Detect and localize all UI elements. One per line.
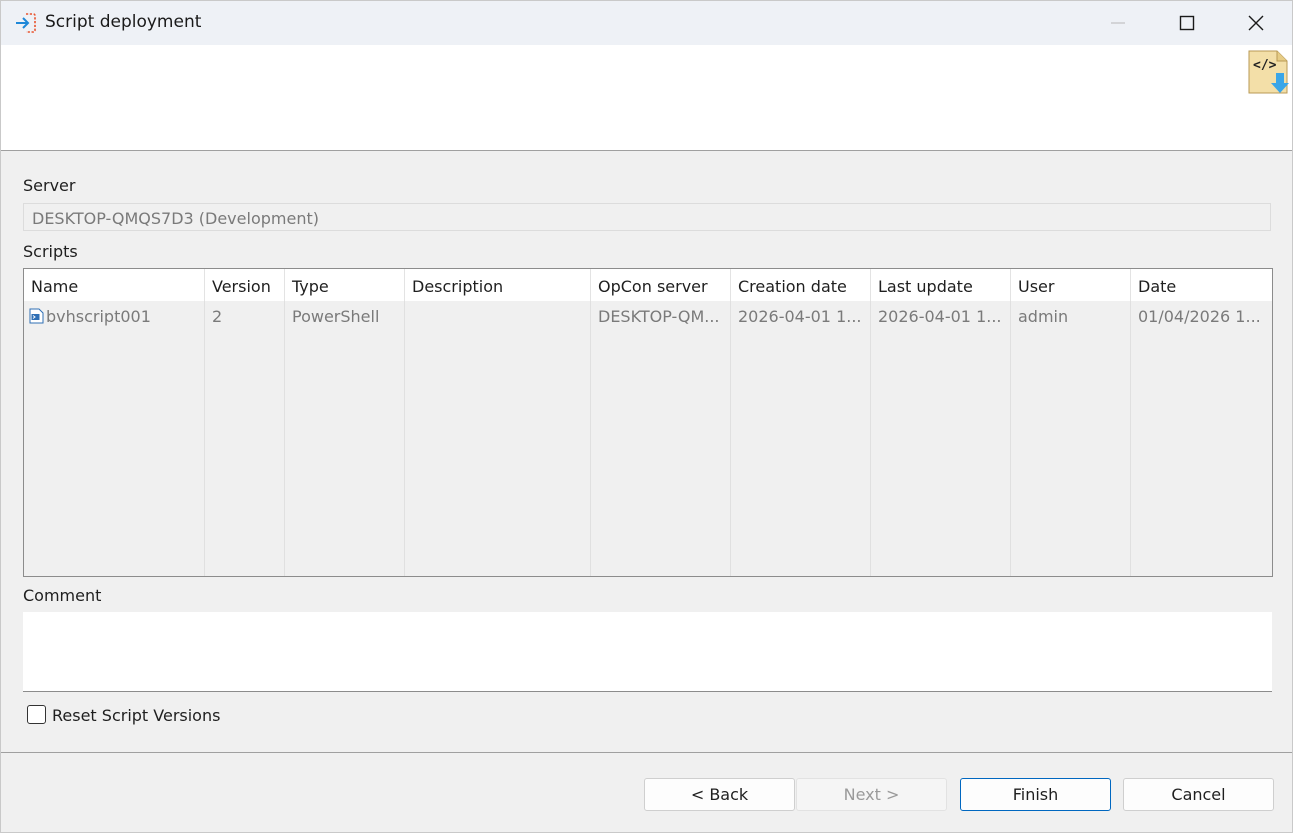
- column-divider: [404, 301, 405, 576]
- cell-version: 2: [212, 307, 223, 326]
- footer-separator: [1, 752, 1292, 753]
- minimize-icon: [1111, 22, 1125, 24]
- cell-opcon-server: DESKTOP-QM...: [598, 307, 720, 326]
- cell-last-update: 2026-04-01 1...: [878, 307, 1002, 326]
- close-button[interactable]: [1223, 1, 1289, 45]
- column-divider: [1130, 301, 1131, 576]
- title-bar: Script deployment: [1, 1, 1292, 45]
- minimize-button[interactable]: [1085, 1, 1151, 45]
- column-divider: [590, 301, 591, 576]
- column-header-opcon-server[interactable]: OpCon server: [591, 269, 731, 301]
- scripts-table[interactable]: Name Version Type Description OpCon serv…: [23, 268, 1273, 577]
- server-label: Server: [23, 176, 76, 195]
- scripts-label: Scripts: [23, 242, 78, 261]
- column-header-last-update[interactable]: Last update: [871, 269, 1011, 301]
- column-divider: [1010, 301, 1011, 576]
- close-icon: [1248, 15, 1264, 31]
- reset-script-versions-checkbox[interactable]: [27, 705, 46, 724]
- back-button[interactable]: < Back: [644, 778, 795, 811]
- table-row[interactable]: bvhscript001 2 PowerShell DESKTOP-QM... …: [24, 301, 1272, 331]
- cell-name: bvhscript001: [24, 301, 204, 331]
- powershell-script-icon: [29, 308, 44, 324]
- finish-button[interactable]: Finish: [960, 778, 1111, 811]
- column-divider: [870, 301, 871, 576]
- column-header-type[interactable]: Type: [285, 269, 405, 301]
- svg-text:</>: </>: [1253, 58, 1277, 73]
- table-header: Name Version Type Description OpCon serv…: [24, 269, 1272, 301]
- wizard-banner: </>: [1, 45, 1292, 151]
- script-deployment-window: Script deployment </> Server DESKTOP-QMQ…: [0, 0, 1293, 833]
- cell-type: PowerShell: [292, 307, 380, 326]
- import-arrow-icon: [13, 11, 37, 35]
- column-header-name[interactable]: Name: [24, 269, 205, 301]
- cell-date: 01/04/2026 1...: [1138, 307, 1261, 326]
- comment-input[interactable]: [23, 612, 1272, 692]
- script-name: bvhscript001: [46, 307, 151, 326]
- script-deploy-icon: </>: [1245, 47, 1291, 97]
- reset-script-versions-label[interactable]: Reset Script Versions: [52, 706, 220, 725]
- comment-label: Comment: [23, 586, 102, 605]
- cell-user: admin: [1018, 307, 1069, 326]
- next-button[interactable]: Next >: [796, 778, 947, 811]
- column-divider: [204, 301, 205, 576]
- window-title: Script deployment: [45, 12, 202, 32]
- column-divider: [730, 301, 731, 576]
- column-header-user[interactable]: User: [1011, 269, 1131, 301]
- maximize-icon: [1179, 15, 1195, 31]
- cancel-button[interactable]: Cancel: [1123, 778, 1274, 811]
- column-header-version[interactable]: Version: [205, 269, 285, 301]
- column-header-date[interactable]: Date: [1131, 269, 1272, 301]
- column-divider: [284, 301, 285, 576]
- column-header-creation-date[interactable]: Creation date: [731, 269, 871, 301]
- maximize-button[interactable]: [1154, 1, 1220, 45]
- cell-creation-date: 2026-04-01 1...: [738, 307, 862, 326]
- column-header-description[interactable]: Description: [405, 269, 591, 301]
- cell-description: [405, 301, 590, 331]
- server-field: DESKTOP-QMQS7D3 (Development): [23, 203, 1271, 231]
